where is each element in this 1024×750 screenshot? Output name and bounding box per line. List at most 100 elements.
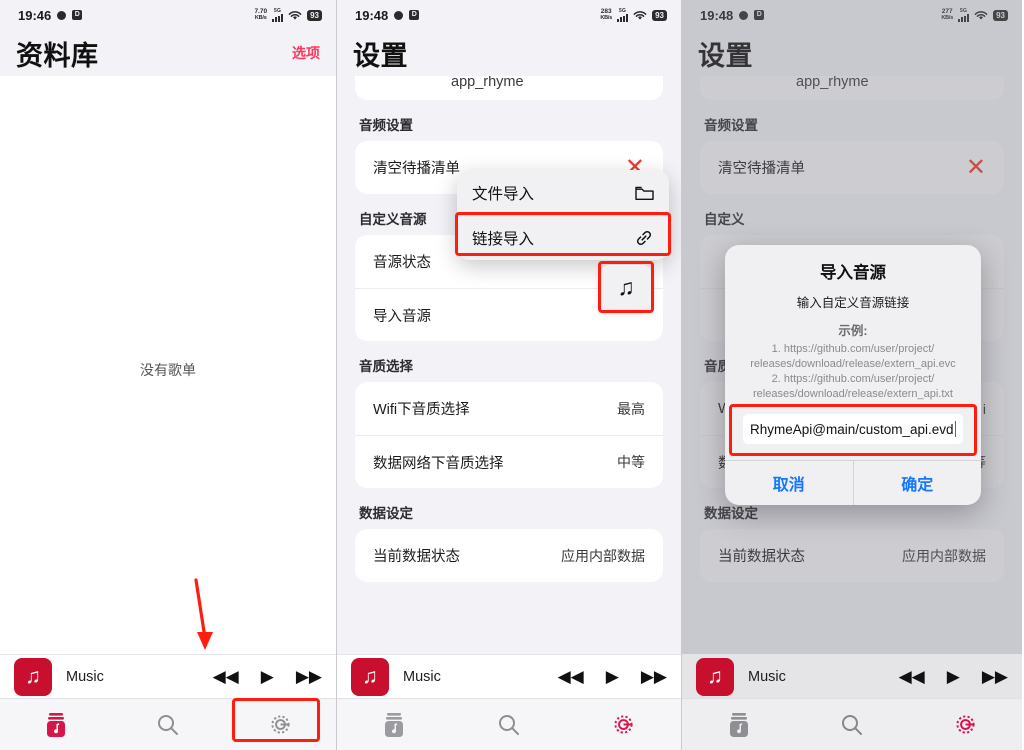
row-label: 导入音源 — [373, 308, 431, 325]
gear-icon — [270, 715, 290, 734]
mini-player[interactable]: ♫ Music ◀◀ ▶ ▶▶ — [0, 654, 336, 698]
tab-library[interactable] — [682, 699, 795, 750]
text-caret — [954, 421, 956, 437]
rewind-icon[interactable]: ◀◀ — [213, 667, 239, 687]
row-project-link[interactable]: 项目链接 github.com/canxin121/ app_rhyme — [355, 76, 663, 100]
row-label: 当前数据状态 — [373, 549, 460, 565]
source-url-input-value: RhymeApi@main/custom_api.evd — [750, 421, 954, 437]
fast-forward-icon[interactable]: ▶▶ — [641, 667, 667, 687]
tab-library[interactable] — [0, 699, 112, 750]
row-label: Wifi下音质选择 — [373, 402, 470, 418]
status-bar-left: 19:48 D — [355, 8, 420, 23]
project-link-card: 项目链接 github.com/canxin121/ app_rhyme — [355, 76, 663, 100]
tab-search[interactable] — [112, 699, 224, 750]
player-track-title: Music — [748, 668, 786, 685]
section-card: 当前数据状态 应用内部数据 — [355, 529, 663, 582]
tab-settings[interactable] — [909, 699, 1022, 750]
app-badge-icon: D — [72, 10, 83, 20]
tab-settings[interactable] — [224, 699, 336, 750]
page-title: 资料库 — [16, 40, 99, 71]
library-icon — [47, 712, 65, 737]
battery-indicator: 93 — [652, 9, 667, 21]
search-icon — [841, 714, 862, 735]
player-controls: ◀◀ ▶ ▶▶ — [213, 667, 322, 687]
menu-item-label: 链接导入 — [472, 231, 535, 248]
wifi-icon — [288, 10, 302, 20]
status-bar: 19:46 D 7.70 KB/s 5G 93 — [0, 0, 336, 30]
network-speed-indicator: 283 KB/s — [600, 8, 613, 21]
fast-forward-icon[interactable]: ▶▶ — [296, 667, 322, 687]
library-icon — [729, 712, 748, 737]
player-track-title: Music — [403, 668, 441, 685]
row-label: 清空待播清单 — [373, 161, 460, 177]
battery-indicator: 93 — [307, 9, 322, 21]
empty-state-text: 没有歌单 — [140, 362, 196, 378]
play-icon[interactable]: ▶ — [947, 667, 960, 687]
tab-bar — [0, 698, 336, 750]
import-context-menu: 文件导入 链接导入 — [457, 170, 669, 260]
player-track-title: Music — [66, 668, 104, 685]
menu-item-file-import[interactable]: 文件导入 — [457, 170, 669, 215]
wifi-icon — [633, 10, 647, 20]
search-icon — [158, 714, 178, 735]
tab-settings[interactable] — [566, 699, 681, 750]
rewind-icon[interactable]: ◀◀ — [558, 667, 584, 687]
row-value: 应用内部数据 — [561, 547, 645, 564]
status-bar-left: 19:46 D — [18, 7, 83, 23]
cellular-signal-icon: 5G — [617, 8, 629, 22]
section-title: 数据设定 — [359, 506, 413, 521]
play-icon[interactable]: ▶ — [606, 667, 619, 687]
dialog-body: 导入音源 输入自定义音源链接 示例: 1. https://github.com… — [725, 245, 981, 460]
fast-forward-icon[interactable]: ▶▶ — [982, 667, 1008, 687]
mini-player[interactable]: ♫ Music ◀◀ ▶ ▶▶ — [337, 654, 681, 698]
row-value: 最高 — [617, 400, 645, 417]
confirm-button[interactable]: 确定 — [852, 461, 982, 505]
page-title: 设置 — [353, 40, 408, 71]
dialog-example-line-3: 2. https://github.com/user/project/ — [771, 373, 935, 385]
notification-dot-icon — [394, 10, 404, 20]
dialog-actions: 取消 确定 — [725, 460, 981, 505]
menu-item-label: 文件导入 — [472, 185, 535, 203]
options-button[interactable]: 选项 — [292, 43, 320, 63]
album-art-music-note-icon: ♫ — [14, 657, 52, 696]
dialog-example-line-4: releases/download/release/extern_api.txt — [753, 388, 953, 400]
album-art-music-note-icon: ♫ — [696, 657, 734, 696]
notification-dot-icon — [57, 10, 67, 20]
cellular-signal-icon: 5G — [272, 8, 284, 22]
tab-search[interactable] — [795, 699, 908, 750]
music-note-button[interactable]: ♫ — [601, 265, 651, 309]
section-card: Wifi下音质选择 最高 数据网络下音质选择 中等 — [355, 382, 663, 488]
section-title: 音频设置 — [359, 118, 413, 133]
library-content: 没有歌单 — [0, 76, 336, 654]
tab-bar — [337, 698, 681, 750]
tab-search[interactable] — [452, 699, 567, 750]
mini-player[interactable]: ♫ Music ◀◀ ▶ ▶▶ — [682, 654, 1022, 698]
row-value: github.com/canxin121/ app_rhyme — [451, 76, 524, 90]
section-quality: 音质选择 Wifi下音质选择 最高 数据网络下音质选择 中等 — [355, 355, 663, 488]
tab-library[interactable] — [337, 699, 452, 750]
row-data-status[interactable]: 当前数据状态 应用内部数据 — [355, 529, 663, 582]
nav-bar: 资料库 选项 — [0, 30, 336, 76]
section-data-settings: 数据设定 当前数据状态 应用内部数据 — [355, 502, 663, 582]
row-value: 中等 — [617, 454, 645, 470]
search-icon — [499, 714, 519, 735]
row-wifi-quality[interactable]: Wifi下音质选择 最高 — [355, 382, 663, 435]
link-icon — [634, 228, 654, 248]
import-source-dialog: 导入音源 输入自定义音源链接 示例: 1. https://github.com… — [725, 245, 981, 505]
rewind-icon[interactable]: ◀◀ — [899, 667, 925, 687]
cancel-button[interactable]: 取消 — [725, 461, 853, 505]
row-label: 数据网络下音质选择 — [373, 455, 504, 472]
play-icon[interactable]: ▶ — [261, 667, 274, 687]
dialog-example-label: 示例: — [838, 324, 868, 338]
status-bar: 19:48 D 283 KB/s 5G 93 — [337, 0, 681, 30]
tab-bar — [682, 698, 1022, 750]
panel-settings-menu: 19:48 D 283 KB/s 5G 93 设置 app_rhyme 音频设置… — [337, 0, 682, 750]
source-url-input[interactable]: RhymeApi@main/custom_api.evd — [743, 414, 963, 444]
status-bar-right: 283 KB/s 5G 93 — [600, 8, 667, 22]
dialog-example-line-2: releases/download/release/extern_api.evc — [750, 358, 956, 370]
panel-library: 19:46 D 7.70 KB/s 5G 93 资料库 选项 没有歌单 ♫ Mu… — [0, 0, 337, 750]
panel-import-dialog: 19:48 D 277 KB/s 5G 93 设置 app_rhyme 音频设置… — [682, 0, 1022, 750]
row-cellular-quality[interactable]: 数据网络下音质选择 中等 — [355, 435, 663, 488]
status-time: 19:46 — [18, 7, 52, 23]
menu-item-link-import[interactable]: 链接导入 — [457, 215, 669, 260]
